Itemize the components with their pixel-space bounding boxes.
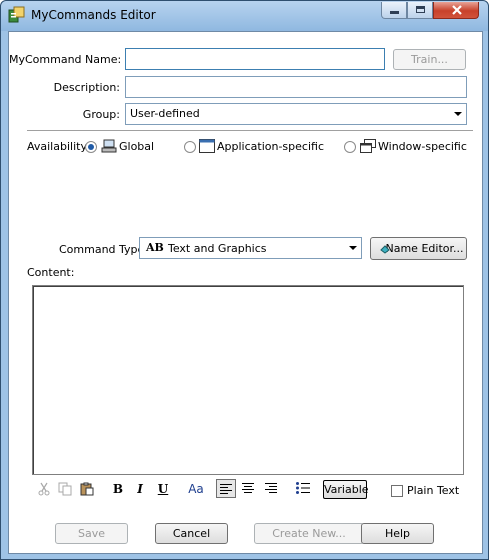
maximize-icon (416, 6, 425, 13)
group-select[interactable]: User-defined (125, 103, 467, 125)
availability-label: Availability: (27, 140, 90, 153)
command-type-label: Command Type: (59, 243, 149, 256)
content-label: Content: (27, 266, 75, 279)
app-icon (8, 6, 25, 23)
underline-button[interactable]: U (154, 480, 172, 499)
align-left-icon (220, 484, 232, 494)
paste-icon[interactable] (80, 482, 94, 496)
windows-stack-icon (360, 139, 376, 153)
create-new-button[interactable]: Create New... (254, 523, 364, 544)
align-left-button[interactable] (216, 479, 236, 498)
save-button[interactable]: Save (55, 523, 128, 544)
window-specific-label[interactable]: Window-specific (378, 140, 467, 153)
divider (27, 130, 473, 132)
window-title: MyCommands Editor (31, 8, 156, 22)
align-center-icon[interactable] (242, 483, 254, 493)
close-icon (452, 5, 462, 15)
computer-icon (101, 139, 117, 153)
close-button[interactable] (433, 2, 479, 19)
group-select-value: User-defined (130, 107, 200, 120)
help-button[interactable]: Help (361, 523, 434, 544)
application-window-icon (199, 139, 215, 153)
application-specific-radio[interactable] (184, 141, 196, 153)
plain-text-label[interactable]: Plain Text (407, 484, 459, 497)
title-bar[interactable]: MyCommands Editor (1, 1, 488, 31)
eraser-icon (380, 245, 390, 254)
description-label: Description: (53, 81, 120, 94)
align-right-icon[interactable] (265, 483, 277, 493)
cancel-button[interactable]: Cancel (155, 523, 228, 544)
name-editor-button[interactable]: Name Editor... (370, 237, 467, 260)
mycommands-editor-window: MyCommands Editor MyCommand Name: Train.… (0, 0, 489, 560)
name-editor-label: Name Editor... (385, 242, 464, 255)
minimize-icon (390, 11, 399, 14)
bold-button[interactable]: B (109, 480, 127, 499)
chevron-down-icon (349, 246, 357, 250)
bullet-list-icon[interactable] (296, 482, 310, 494)
application-specific-label[interactable]: Application-specific (217, 140, 324, 153)
chevron-down-icon (454, 112, 462, 116)
command-type-select[interactable]: AB Text and Graphics (139, 237, 362, 259)
description-input[interactable] (125, 76, 467, 98)
minimize-button[interactable] (381, 2, 407, 19)
text-graphics-icon: AB (146, 241, 164, 254)
plain-text-checkbox[interactable] (391, 485, 403, 497)
variable-button[interactable]: Variable (323, 480, 369, 499)
dialog-body: MyCommand Name: Train... Description: Gr… (8, 31, 483, 554)
content-editor[interactable] (32, 285, 464, 475)
mycommand-name-label: MyCommand Name: (9, 53, 122, 66)
train-button[interactable]: Train... (393, 49, 466, 70)
cut-icon[interactable] (37, 482, 51, 496)
mycommand-name-input[interactable] (125, 48, 385, 70)
font-button[interactable]: Aa (184, 480, 208, 499)
copy-icon[interactable] (58, 482, 72, 496)
window-specific-radio[interactable] (344, 141, 356, 153)
global-label[interactable]: Global (119, 140, 154, 153)
italic-button[interactable]: I (131, 480, 149, 499)
maximize-button[interactable] (407, 2, 433, 19)
command-type-value: Text and Graphics (168, 242, 267, 255)
group-label: Group: (82, 108, 120, 121)
global-radio[interactable] (85, 141, 97, 153)
